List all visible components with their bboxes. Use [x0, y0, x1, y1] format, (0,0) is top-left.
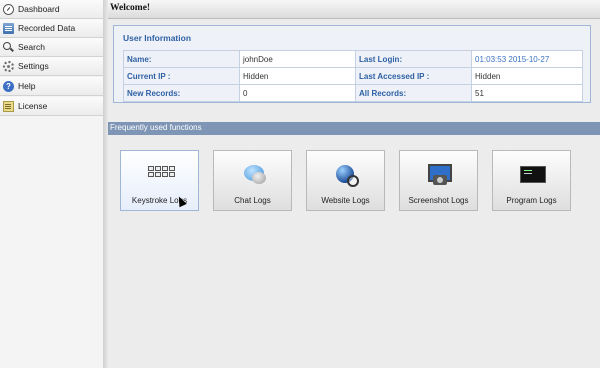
sidebar-item-settings[interactable]: Settings	[0, 57, 103, 76]
sidebar-item-label: Search	[18, 42, 45, 52]
help-icon: ?	[3, 80, 14, 92]
gear-icon	[3, 60, 14, 72]
all-records-value: 51	[471, 84, 583, 102]
sidebar-divider[interactable]	[103, 0, 108, 368]
user-info-table: Name: johnDoe Last Login: 01:03:53 2015-…	[123, 50, 583, 102]
last-accessed-ip-value: Hidden	[471, 67, 583, 85]
table-row: Name: johnDoe Last Login: 01:03:53 2015-…	[123, 50, 583, 68]
table-row: Current IP : Hidden Last Accessed IP : H…	[123, 67, 583, 85]
sidebar: Dashboard Recorded Data Search Settings …	[0, 0, 104, 368]
globe-icon	[334, 163, 360, 187]
screenshot-logs-button[interactable]: Screenshot Logs	[399, 150, 478, 211]
functions-section-title: Frequently used functions	[110, 123, 202, 132]
keyboard-icon	[148, 163, 175, 187]
last-login-key: Last Login:	[355, 50, 472, 68]
tile-label: Chat Logs	[234, 196, 271, 205]
chat-bubbles-icon	[241, 163, 267, 187]
sidebar-item-label: Dashboard	[18, 4, 60, 14]
sidebar-item-label: Help	[18, 81, 36, 91]
license-icon	[3, 100, 14, 112]
sidebar-item-dashboard[interactable]: Dashboard	[0, 0, 103, 19]
user-info-panel: User Information Name: johnDoe Last Logi…	[113, 25, 591, 103]
current-ip-value: Hidden	[239, 67, 356, 85]
sidebar-item-help[interactable]: ? Help	[0, 77, 103, 96]
page-title: Welcome!	[110, 3, 151, 13]
sidebar-item-label: Settings	[18, 61, 49, 71]
sidebar-item-recorded-data[interactable]: Recorded Data	[0, 19, 103, 38]
new-records-key: New Records:	[123, 84, 240, 102]
search-icon	[3, 41, 14, 53]
sidebar-item-label: Recorded Data	[18, 23, 76, 33]
sidebar-item-search[interactable]: Search	[0, 38, 103, 57]
screenshot-icon	[427, 163, 453, 187]
name-key: Name:	[123, 50, 240, 68]
tile-label: Program Logs	[506, 196, 557, 205]
terminal-icon	[520, 163, 546, 187]
sidebar-item-label: License	[18, 101, 48, 111]
tile-label: Screenshot Logs	[408, 196, 469, 205]
current-ip-key: Current IP :	[123, 67, 240, 85]
dashboard-icon	[3, 3, 14, 15]
sidebar-item-license[interactable]: License	[0, 97, 103, 116]
chat-logs-button[interactable]: Chat Logs	[213, 150, 292, 211]
keystroke-logs-button[interactable]: Keystroke Logs	[120, 150, 199, 211]
name-value: johnDoe	[239, 50, 356, 68]
table-row: New Records: 0 All Records: 51	[123, 84, 583, 102]
last-accessed-ip-key: Last Accessed IP :	[355, 67, 472, 85]
last-login-value: 01:03:53 2015-10-27	[471, 50, 583, 68]
user-info-title: User Information	[123, 33, 192, 43]
program-logs-button[interactable]: Program Logs	[492, 150, 571, 211]
website-logs-button[interactable]: Website Logs	[306, 150, 385, 211]
tile-label: Website Logs	[321, 196, 370, 205]
recorded-data-icon	[3, 22, 14, 34]
new-records-value: 0	[239, 84, 356, 102]
header-bar: Welcome!	[108, 0, 600, 19]
functions-section-header: Frequently used functions	[108, 122, 600, 135]
all-records-key: All Records:	[355, 84, 472, 102]
